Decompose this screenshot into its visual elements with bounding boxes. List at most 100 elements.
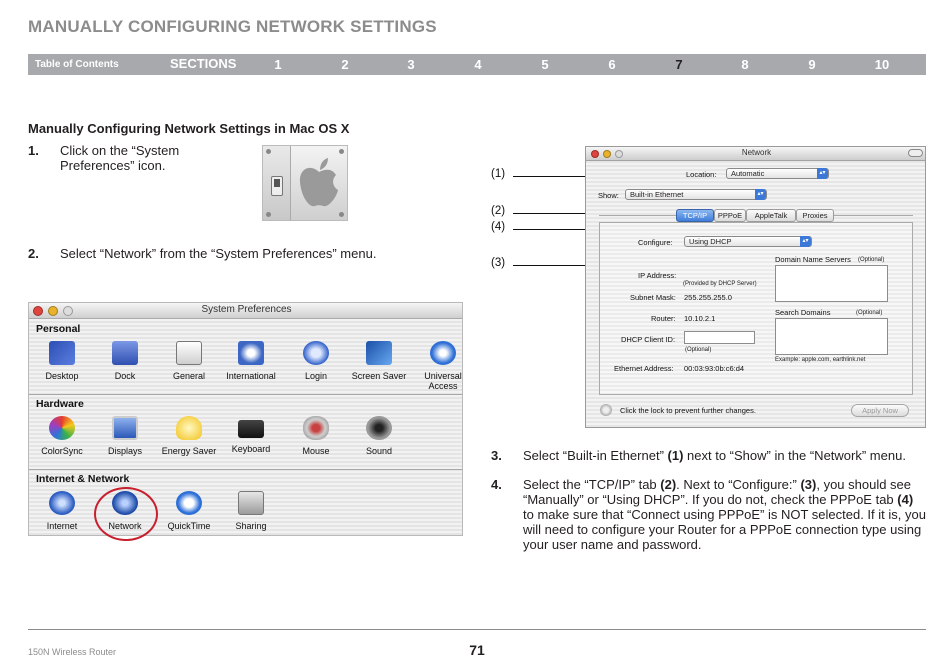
system-preferences-icon[interactable] — [262, 145, 348, 221]
step-2-text: Select “Network” from the “System Prefer… — [60, 246, 377, 261]
search-domains-field[interactable] — [775, 318, 888, 355]
show-label: Show: — [598, 191, 619, 200]
callout-4: (4) — [491, 221, 506, 233]
sharing-folder-icon — [238, 491, 264, 515]
search-domains-example: Example: apple.com, earthlink.net — [775, 357, 866, 363]
lightbulb-icon — [176, 416, 202, 440]
category-label: Personal — [36, 323, 81, 335]
step-number: 3. — [491, 448, 502, 463]
desktop-icon — [49, 341, 75, 365]
section-link-2[interactable]: 2 — [333, 57, 357, 72]
screw-icon — [339, 212, 344, 217]
category-label: Internet & Network — [36, 473, 130, 485]
page-title: MANUALLY CONFIGURING NETWORK SETTINGS — [28, 17, 437, 36]
apply-now-button[interactable]: Apply Now — [851, 404, 909, 417]
speaker-icon — [366, 416, 392, 440]
pref-international[interactable]: International — [218, 341, 284, 381]
pref-quicktime[interactable]: QuickTime — [156, 491, 222, 531]
ethernet-address-value: 00:03:93:0b:c6:d4 — [684, 364, 745, 373]
section-link-9[interactable]: 9 — [800, 57, 824, 72]
step-4-line-5: your user name and password. — [523, 537, 702, 552]
pref-screen-saver[interactable]: Screen Saver — [346, 341, 412, 381]
step-number: 1. — [28, 143, 39, 158]
configure-popup[interactable]: Using DHCP ▴▾ — [684, 236, 812, 247]
dhcp-client-id-label: DHCP Client ID: — [621, 335, 676, 344]
section-link-6[interactable]: 6 — [600, 57, 624, 72]
step-3-text: Select “Built-in Ethernet” (1) next to “… — [523, 448, 906, 463]
section-link-5[interactable]: 5 — [533, 57, 557, 72]
popup-arrows-icon: ▴▾ — [817, 168, 828, 179]
callout-3: (3) — [491, 257, 506, 269]
category-label: Hardware — [36, 398, 84, 410]
tab-tcpip[interactable]: TCP/IP — [676, 209, 714, 222]
lock-icon[interactable] — [600, 404, 612, 416]
tab-proxies[interactable]: Proxies — [796, 209, 834, 222]
window-title: Network — [741, 148, 772, 157]
step-number: 2. — [28, 246, 39, 261]
divider — [29, 394, 462, 395]
subnet-mask-value: 255.255.255.0 — [684, 293, 732, 302]
dns-servers-field[interactable] — [775, 265, 888, 302]
pref-mouse[interactable]: Mouse — [283, 416, 349, 456]
callout-2: (2) — [491, 205, 506, 217]
tcpip-pane: Configure: Using DHCP ▴▾ Domain Name Ser… — [599, 222, 913, 395]
dns-optional-label: (Optional) — [858, 257, 885, 263]
flag-icon — [238, 341, 264, 365]
section-link-10[interactable]: 10 — [870, 57, 894, 72]
apple-logo-icon — [299, 158, 338, 207]
mouse-icon — [303, 416, 329, 440]
light-switch-icon — [271, 176, 283, 196]
pref-dock[interactable]: Dock — [92, 341, 158, 381]
tab-pppoe[interactable]: PPPoE — [714, 209, 746, 222]
pref-displays[interactable]: Displays — [92, 416, 158, 456]
toolbar-toggle-button[interactable] — [908, 149, 923, 157]
dock-icon — [112, 341, 138, 365]
dhcp-client-id-field[interactable] — [684, 331, 755, 344]
pref-colorsync[interactable]: ColorSync — [29, 416, 95, 456]
divider — [29, 469, 462, 470]
section-link-1[interactable]: 1 — [266, 57, 290, 72]
section-link-3[interactable]: 3 — [399, 57, 423, 72]
search-optional-label: (Optional) — [856, 310, 883, 316]
sections-nav-bar: Table of Contents SECTIONS 1 2 3 4 5 6 7… — [28, 54, 926, 75]
tab-appletalk[interactable]: AppleTalk — [746, 209, 796, 222]
section-link-4[interactable]: 4 — [466, 57, 490, 72]
screw-icon — [266, 212, 271, 217]
sections-label: SECTIONS — [170, 56, 237, 71]
lock-instruction: Click the lock to prevent further change… — [620, 406, 756, 415]
keyboard-icon — [238, 420, 264, 438]
pref-energy-saver[interactable]: Energy Saver — [156, 416, 222, 456]
section-link-7[interactable]: 7 — [667, 57, 691, 72]
pref-universal-access[interactable]: Universal Access — [410, 341, 462, 391]
search-domains-label: Search Domains — [775, 308, 831, 317]
pref-desktop[interactable]: Desktop — [29, 341, 95, 381]
pref-internet[interactable]: Internet — [29, 491, 95, 531]
pref-sound[interactable]: Sound — [346, 416, 412, 456]
ethernet-address-label: Ethernet Address: — [614, 364, 674, 373]
screw-icon — [266, 149, 271, 154]
dhcp-optional-label: (Optional) — [685, 347, 712, 353]
pref-login[interactable]: Login — [283, 341, 349, 381]
step-4-line-3: to make sure that “Connect using PPPoE” … — [523, 507, 926, 522]
footer-product-name: 150N Wireless Router — [28, 647, 117, 657]
popup-arrows-icon: ▴▾ — [800, 236, 811, 247]
ip-address-label: IP Address: — [638, 271, 677, 280]
page-number: 71 — [469, 642, 485, 658]
window-title: System Preferences — [201, 304, 292, 315]
window-titlebar: Network — [586, 147, 925, 161]
table-of-contents-link[interactable]: Table of Contents — [35, 59, 119, 70]
section-link-8[interactable]: 8 — [733, 57, 757, 72]
window-titlebar: System Preferences — [29, 303, 462, 319]
display-icon — [112, 416, 138, 440]
pref-keyboard[interactable]: Keyboard — [218, 416, 284, 454]
show-popup[interactable]: Built-in Ethernet ▴▾ — [625, 189, 767, 200]
location-popup[interactable]: Automatic ▴▾ — [726, 168, 829, 179]
popup-arrows-icon: ▴▾ — [755, 189, 766, 200]
pref-sharing[interactable]: Sharing — [218, 491, 284, 531]
step-1-line-2: Preferences” icon. — [60, 158, 166, 173]
dns-label: Domain Name Servers — [775, 255, 851, 264]
colorsync-icon — [49, 416, 75, 440]
screw-icon — [339, 149, 344, 154]
footer-divider — [28, 629, 926, 630]
pref-general[interactable]: General — [156, 341, 222, 381]
